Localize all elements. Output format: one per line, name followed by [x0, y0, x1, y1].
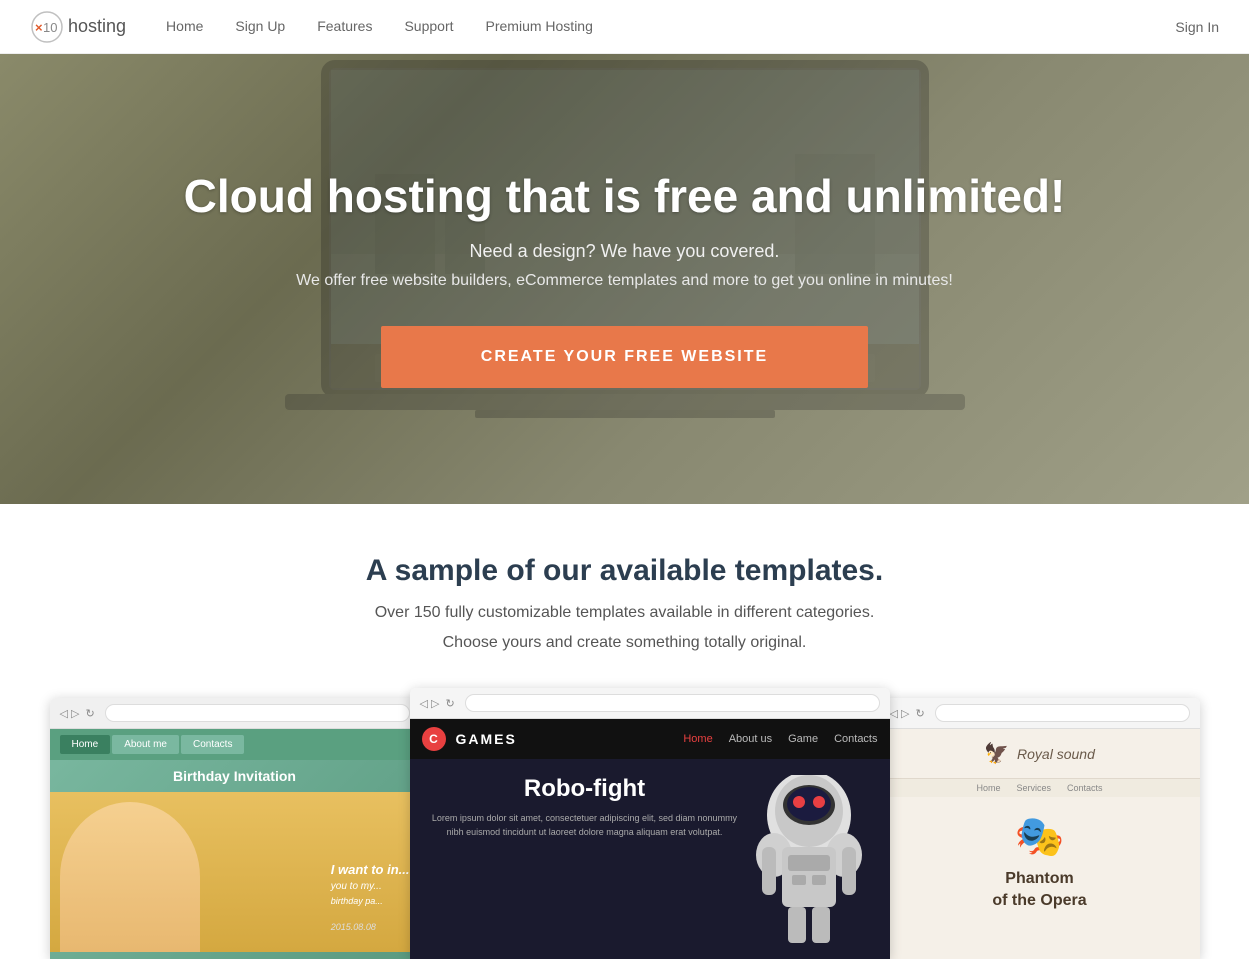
- svg-text:10: 10: [43, 20, 57, 35]
- phantom-nav-services: Services: [1016, 783, 1051, 793]
- signin-link[interactable]: Sign In: [1175, 19, 1219, 35]
- left-birthday-text: you to my...: [331, 881, 410, 892]
- hero-section: Cloud hosting that is free and unlimited…: [0, 54, 1249, 504]
- nav-links: Home Sign Up Features Support Premium Ho…: [166, 18, 1175, 36]
- games-nav-links: Home About us Game Contacts: [683, 733, 877, 745]
- phantom-logo-area: 🦅 Royal sound: [892, 741, 1188, 766]
- games-nav-game: Game: [788, 733, 818, 745]
- phantom-title: Phantomof the Opera: [896, 868, 1184, 913]
- left-nav-contacts: Contacts: [181, 735, 244, 754]
- hero-subtitle: Need a design? We have you covered.: [184, 241, 1066, 262]
- templates-sub2: Choose yours and create something totall…: [40, 634, 1209, 652]
- url-bar-center: [465, 694, 880, 712]
- phantom-brand: Royal sound: [1017, 746, 1095, 762]
- template-left-content: Home About me Contacts Birthday Invitati…: [50, 729, 420, 959]
- url-bar-right: [935, 704, 1190, 722]
- phantom-nav-home: Home: [976, 783, 1000, 793]
- templates-heading: A sample of our available templates.: [40, 554, 1209, 588]
- logo-icon: × 10: [30, 10, 64, 44]
- nav-arrows-left: ◁ ▷: [60, 707, 80, 720]
- templates-section: A sample of our available templates. Ove…: [0, 504, 1249, 959]
- games-nav-contacts: Contacts: [834, 733, 877, 745]
- games-title: Robo-fight: [426, 775, 744, 803]
- games-hero: Robo-fight Lorem ipsum dolor sit amet, c…: [410, 759, 890, 941]
- left-template-title: Birthday Invitation: [50, 760, 420, 792]
- left-invite-text: I want to in...: [331, 862, 410, 877]
- robot-svg: [744, 775, 874, 945]
- logo[interactable]: × 10 hosting: [30, 10, 126, 44]
- refresh-left: ↻: [85, 707, 94, 720]
- games-text: Robo-fight Lorem ipsum dolor sit amet, c…: [426, 775, 744, 925]
- left-nav-about: About me: [112, 735, 179, 754]
- nav-arrows-center: ◁ ▷: [420, 697, 440, 710]
- browser-toolbar-left: ◁ ▷ ↻: [50, 698, 420, 729]
- hero-title: Cloud hosting that is free and unlimited…: [184, 170, 1066, 223]
- refresh-right: ↻: [915, 707, 924, 720]
- nav-support[interactable]: Support: [404, 18, 453, 34]
- games-body: Lorem ipsum dolor sit amet, consectetuer…: [426, 811, 744, 840]
- refresh-center: ↻: [445, 697, 454, 710]
- nav-home[interactable]: Home: [166, 18, 203, 34]
- games-robot: [744, 775, 874, 925]
- nav-signup[interactable]: Sign Up: [235, 18, 285, 34]
- person-image: [60, 802, 200, 952]
- phantom-logo-icon: 🦅: [984, 741, 1009, 766]
- games-logo-circle: C: [422, 727, 446, 751]
- hero-cta-button[interactable]: CREATE YOUR FREE WEBSITE: [381, 326, 868, 388]
- template-center-content: C GAMES Home About us Game Contacts Robo…: [410, 719, 890, 959]
- left-party-text: birthday pa...: [331, 896, 410, 906]
- left-nav: Home About me Contacts: [50, 729, 420, 760]
- phantom-content: 🎭 Phantomof the Opera: [880, 797, 1200, 929]
- template-browser-left: ◁ ▷ ↻ Home About me Contacts Birthday In…: [50, 698, 420, 959]
- nav-arrows-right: ◁ ▷: [890, 707, 910, 720]
- left-date: 2015.08.08: [331, 922, 410, 932]
- template-browser-right: ◁ ▷ ↻ 🦅 Royal sound Home Services Contac…: [880, 698, 1200, 959]
- template-right-content: 🦅 Royal sound Home Services Contacts 🎭 P…: [880, 729, 1200, 959]
- hero-content: Cloud hosting that is free and unlimited…: [144, 170, 1106, 388]
- left-nav-home: Home: [60, 735, 111, 754]
- nav-premium-hosting[interactable]: Premium Hosting: [486, 18, 593, 34]
- templates-sub1: Over 150 fully customizable templates av…: [40, 604, 1209, 622]
- hero-description: We offer free website builders, eCommerc…: [184, 272, 1066, 290]
- phantom-nav: Home Services Contacts: [880, 779, 1200, 797]
- phantom-mask-icon: 🎭: [896, 813, 1184, 860]
- nav-features[interactable]: Features: [317, 18, 372, 34]
- left-text-overlay: I want to in... you to my... birthday pa…: [331, 862, 410, 932]
- phantom-nav-contacts: Contacts: [1067, 783, 1103, 793]
- games-nav-home: Home: [683, 733, 712, 745]
- template-browser-center: ◁ ▷ ↻ C GAMES Home About us Game Contact…: [410, 688, 890, 959]
- url-bar-left: [105, 704, 410, 722]
- logo-text: hosting: [68, 16, 126, 37]
- browser-toolbar-center: ◁ ▷ ↻: [410, 688, 890, 719]
- navbar: × 10 hosting Home Sign Up Features Suppo…: [0, 0, 1249, 54]
- games-nav-about: About us: [729, 733, 772, 745]
- browser-toolbar-right: ◁ ▷ ↻: [880, 698, 1200, 729]
- phantom-header: 🦅 Royal sound: [880, 729, 1200, 779]
- svg-text:×: ×: [35, 20, 43, 35]
- template-browsers: ◁ ▷ ↻ Home About me Contacts Birthday In…: [40, 688, 1209, 959]
- games-brand: GAMES: [456, 731, 517, 747]
- games-nav: C GAMES Home About us Game Contacts: [410, 719, 890, 759]
- left-person-area: I want to in... you to my... birthday pa…: [50, 792, 420, 952]
